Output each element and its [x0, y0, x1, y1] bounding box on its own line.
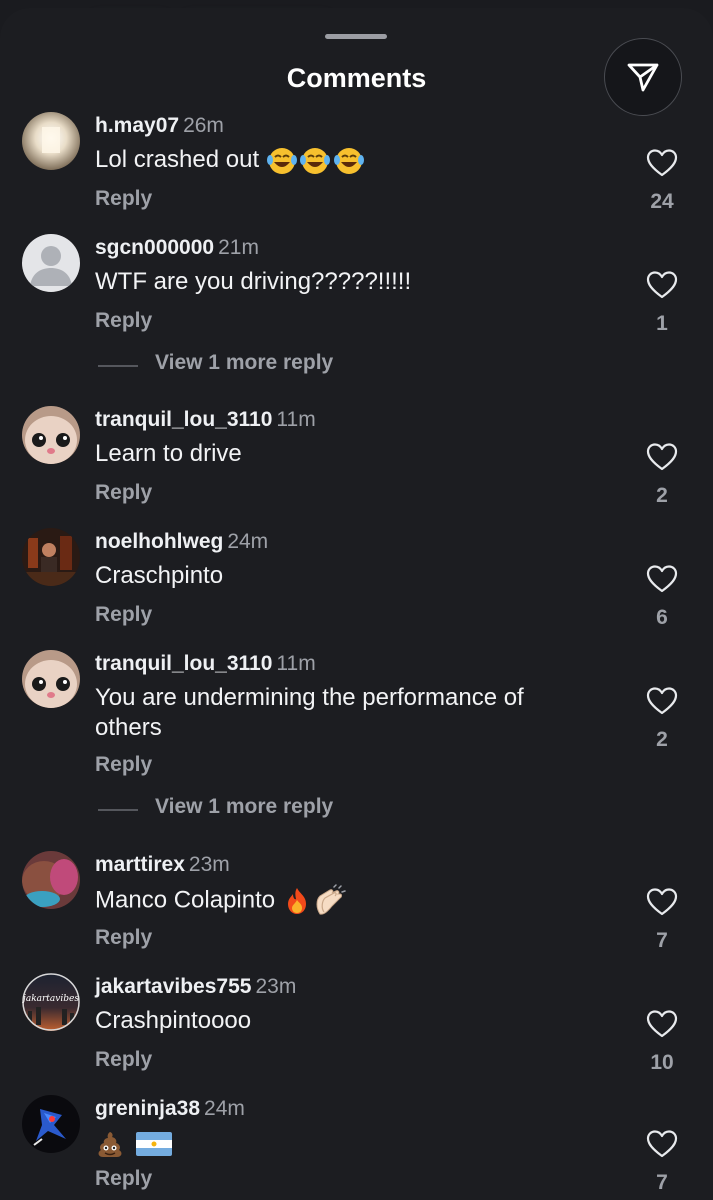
like-count: 7 — [656, 1171, 668, 1194]
avatar[interactable] — [22, 851, 80, 909]
reply-button[interactable]: Reply — [95, 1048, 152, 1072]
like-count: 7 — [656, 929, 668, 952]
view-more-replies-button[interactable]: View 1 more reply — [98, 795, 498, 825]
comment-time: 24m — [204, 1097, 245, 1120]
emoji-group — [259, 146, 366, 174]
like-count: 1 — [656, 312, 668, 335]
pile-of-poo-emoji-icon — [98, 1131, 122, 1157]
reply-button[interactable]: Reply — [95, 481, 152, 505]
username[interactable]: greninja38 — [95, 1097, 200, 1120]
divider-line — [98, 365, 138, 367]
username[interactable]: h.may07 — [95, 114, 179, 137]
emoji-group — [95, 1129, 172, 1157]
username[interactable]: tranquil_lou_3110 — [95, 652, 272, 675]
like-count: 2 — [656, 484, 668, 507]
share-button[interactable] — [604, 38, 682, 116]
like-count: 10 — [650, 1051, 674, 1074]
username[interactable]: tranquil_lou_3110 — [95, 408, 272, 431]
reply-button[interactable]: Reply — [95, 309, 152, 333]
like-count: 2 — [656, 728, 668, 751]
comment-time: 11m — [276, 652, 316, 675]
comment-item: marttirex 23m Manco Colapinto Reply 7 — [0, 851, 713, 961]
avatar[interactable] — [22, 650, 80, 708]
clapping-hands-emoji-icon — [316, 884, 346, 915]
avatar[interactable] — [22, 1095, 80, 1153]
fire-emoji-icon — [287, 888, 306, 914]
comment-text: You are undermining the performance of o… — [95, 684, 524, 741]
username[interactable]: sgcn000000 — [95, 236, 214, 259]
comment-text: Crashpintoooo — [95, 1007, 252, 1034]
comment-text: Manco Colapinto — [95, 886, 276, 914]
comment-item: greninja38 24m Reply 7 — [0, 1095, 713, 1200]
heart-icon — [646, 149, 678, 177]
reply-button[interactable]: Reply — [95, 1167, 152, 1191]
avatar[interactable] — [22, 406, 80, 464]
like-button[interactable]: 10 — [644, 1009, 680, 1075]
send-icon — [627, 63, 659, 92]
comment-time: 23m — [255, 975, 297, 998]
avatar[interactable] — [22, 234, 80, 292]
like-count: 6 — [656, 606, 668, 629]
comment-time: 11m — [276, 408, 316, 431]
comment-text: Learn to drive — [95, 440, 242, 467]
like-button[interactable]: 24 — [644, 148, 680, 214]
username[interactable]: marttirex — [95, 853, 185, 876]
comment-item: tranquil_lou_3110 11m Learn to drive Repl… — [0, 406, 713, 516]
comment-time: 21m — [218, 236, 259, 259]
reply-button[interactable]: Reply — [95, 603, 152, 627]
avatar[interactable]: jakartavibes — [22, 973, 80, 1031]
comment-item: jakartavibes jakartavibes755 23m Crashpin… — [0, 973, 713, 1083]
laughing-emoji-icon — [266, 147, 297, 174]
comment-item: tranquil_lou_3110 11m You are undermining… — [0, 650, 713, 830]
avatar[interactable] — [22, 528, 80, 586]
comment-text: Craschpinto — [95, 562, 224, 589]
divider-line — [98, 809, 138, 811]
laughing-emoji-icon — [333, 147, 364, 174]
reply-button[interactable]: Reply — [95, 753, 152, 777]
like-button[interactable]: 1 — [644, 270, 680, 336]
heart-icon — [646, 1010, 678, 1038]
comment-item: h.may07 26m Lol crashed out Reply 24 — [0, 112, 713, 222]
like-button[interactable]: 2 — [644, 686, 680, 752]
comment-text: Lol crashed out — [95, 146, 260, 173]
heart-icon — [646, 1130, 678, 1158]
laughing-emoji-icon — [299, 147, 330, 174]
like-button[interactable]: 7 — [644, 1129, 680, 1195]
avatar[interactable] — [22, 112, 80, 170]
comment-time: 24m — [227, 530, 269, 553]
like-count: 24 — [650, 190, 674, 213]
comment-text: WTF are you driving?????!!!!! — [95, 268, 412, 295]
comment-item: noelhohlweg 24m Craschpinto Reply 6 — [0, 528, 713, 638]
view-more-replies-label: View 1 more reply — [155, 351, 334, 374]
heart-icon — [646, 443, 678, 471]
argentina-flag-icon — [135, 1131, 172, 1156]
reply-button[interactable]: Reply — [95, 187, 152, 211]
heart-icon — [646, 888, 678, 916]
username[interactable]: noelhohlweg — [95, 530, 223, 553]
like-button[interactable]: 6 — [644, 564, 680, 630]
heart-icon — [646, 271, 678, 299]
comment-time: 23m — [188, 853, 230, 876]
comment-item: sgcn000000 21m WTF are you driving?????!!… — [0, 234, 713, 384]
heart-icon — [646, 565, 678, 593]
reply-button[interactable]: Reply — [95, 926, 152, 950]
heart-icon — [646, 687, 678, 715]
emoji-group — [275, 884, 346, 915]
view-more-replies-button[interactable]: View 1 more reply — [98, 351, 498, 381]
like-button[interactable]: 2 — [644, 442, 680, 508]
username[interactable]: jakartavibes755 — [95, 975, 251, 998]
avatar-logo-text: jakartavibes — [22, 994, 79, 1004]
comment-time: 26m — [183, 114, 224, 137]
sheet-grabber-handle[interactable] — [325, 34, 387, 39]
view-more-replies-label: View 1 more reply — [155, 795, 334, 818]
like-button[interactable]: 7 — [644, 887, 680, 953]
